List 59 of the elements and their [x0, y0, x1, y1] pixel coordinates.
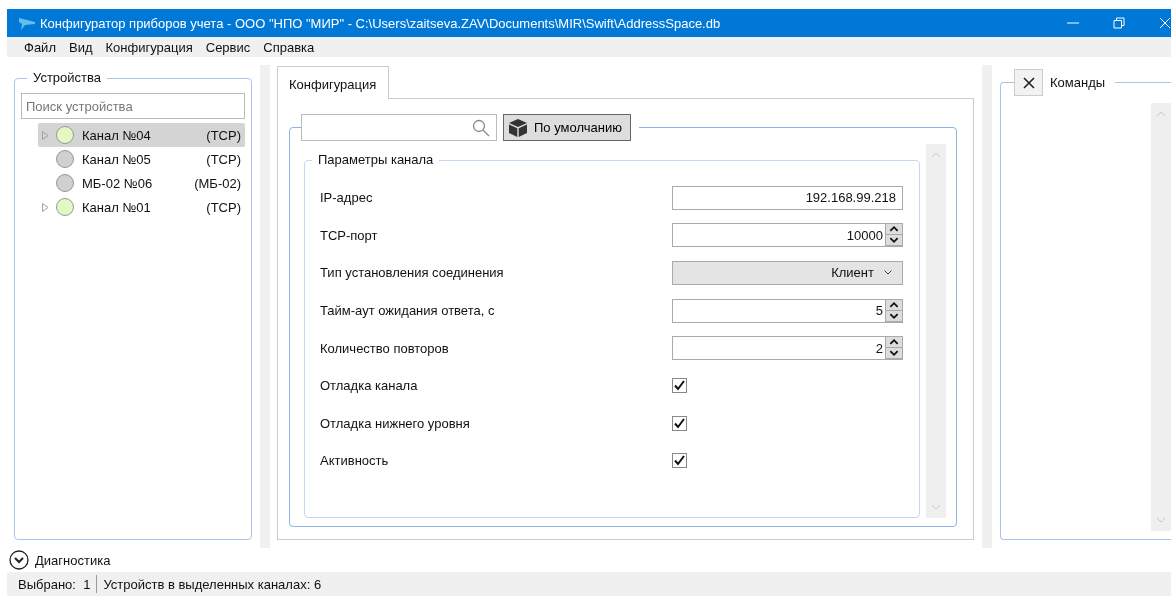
spin-field[interactable]: 5 [672, 298, 903, 323]
tree-item[interactable]: МБ-02 №06 (МБ-02) [38, 171, 245, 195]
tree-item[interactable]: Канал №04 (TCP) [38, 123, 245, 147]
down-arrow-icon[interactable] [886, 348, 902, 360]
group-title: Параметры канала [312, 152, 440, 167]
checkbox[interactable] [672, 378, 687, 394]
default-button[interactable]: По умолчанию [503, 114, 631, 141]
checkbox[interactable] [672, 453, 687, 469]
param-label: Количество повторов [320, 340, 450, 356]
spin-field[interactable]: 10000 [672, 223, 903, 248]
device-name: МБ-02 №06 [82, 175, 154, 191]
expand-circle-icon[interactable] [9, 550, 29, 570]
tree-item[interactable]: Канал №05 (TCP) [38, 147, 245, 171]
device-type: (TCP) [206, 127, 241, 143]
search-icon [472, 118, 490, 137]
param-label: Отладка канала [320, 378, 419, 394]
device-name: Канал №01 [82, 199, 152, 215]
tree-item[interactable]: Канал №01 (TCP) [38, 195, 245, 219]
device-type: (TCP) [206, 199, 241, 215]
close-icon[interactable] [1159, 17, 1171, 29]
text-field[interactable]: 192.168.99.218 [672, 185, 903, 210]
chevron-down-icon [884, 270, 892, 276]
diagnostics-label[interactable]: Диагностика [35, 552, 111, 568]
device-name: Канал №05 [82, 151, 152, 167]
up-arrow-icon[interactable] [886, 224, 902, 236]
plane-icon [19, 16, 35, 30]
menu-item[interactable]: Сервис [205, 39, 251, 55]
panel-title: Команды [1050, 75, 1106, 90]
close-button[interactable] [1014, 69, 1043, 96]
panel-title: Устройства [27, 70, 107, 85]
spin-field[interactable]: 2 [672, 336, 903, 361]
tab[interactable]: Конфигурация [277, 66, 390, 99]
device-type: (МБ-02) [194, 175, 241, 191]
param-label: Активность [320, 453, 390, 469]
menu-item[interactable]: Справка [263, 39, 315, 55]
expand-arrow-icon[interactable] [42, 202, 49, 212]
down-arrow-icon[interactable] [886, 310, 902, 322]
param-label: IP-адрес [320, 190, 374, 206]
menu-item[interactable]: Вид [68, 39, 93, 55]
device-name: Канал №04 [82, 127, 152, 143]
param-label: Тип установления соединения [320, 265, 505, 281]
window-title: Конфигуратор приборов учета - ООО "НПО "МИР" - C:\Users\zaitseva.ZAV\Documents\MIR\Swift\AddressSpace.db [40, 15, 721, 31]
up-arrow-icon[interactable] [886, 299, 902, 311]
restore-icon[interactable] [1113, 17, 1125, 29]
dropdown[interactable]: Клиент [672, 261, 903, 285]
param-label: TCP-порт [320, 227, 379, 243]
down-arrow-icon[interactable] [886, 235, 902, 247]
menu-item[interactable]: Файл [24, 39, 56, 55]
search-field[interactable]: Поиск устройства [21, 93, 245, 119]
menu-item[interactable]: Конфигурация [105, 39, 193, 55]
status-text: Устройств в выделенных каналах: 6 [103, 576, 322, 592]
close-icon [1022, 76, 1035, 89]
param-label: Отладка нижнего уровня [320, 415, 471, 431]
param-label: Тайм-аут ожидания ответа, с [320, 303, 496, 319]
cube-icon [508, 118, 528, 137]
device-type: (TCP) [206, 151, 241, 167]
filter-field[interactable] [301, 114, 497, 141]
status-text: Выбрано: 1 [18, 576, 91, 592]
checkbox[interactable] [672, 415, 687, 431]
